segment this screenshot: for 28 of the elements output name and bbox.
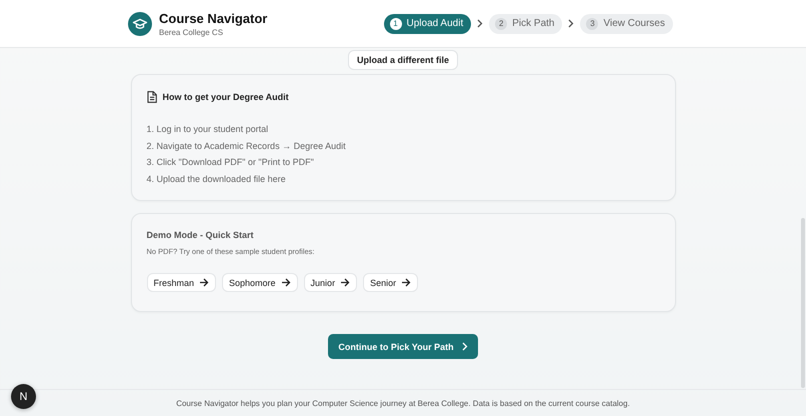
app-subtitle: Berea College CS (159, 28, 224, 36)
arrow-right-icon (280, 278, 291, 287)
instruction-step: 3. Click "Download PDF" or "Print to PDF" (146, 157, 660, 168)
dev-tools-button[interactable]: N (11, 384, 36, 409)
instruction-step: 1. Log in to your student portal (146, 124, 660, 136)
step-tab[interactable]: 2 Pick Path (489, 14, 562, 34)
instruction-step: 2. Navigate to Academic Records → Degree Audit (146, 140, 660, 152)
document-icon (146, 91, 156, 103)
graduation-cap-icon (128, 12, 152, 36)
step-tab[interactable]: 3 View Courses (580, 14, 673, 34)
footer-text: Course Navigator helps you plan your Computer Science journey at Berea College. Data is based on the current course catalog. (176, 398, 630, 408)
chevron-right-icon (568, 19, 574, 28)
card-title: How to get your Degree Audit (162, 92, 289, 102)
arrow-right-icon (199, 278, 210, 287)
continue-button[interactable]: Continue to Pick Your Path (328, 334, 478, 359)
arrow-right-icon (401, 278, 412, 287)
app-title: Course Navigator (159, 10, 268, 26)
profile-button[interactable]: Freshman (146, 273, 216, 292)
profile-button[interactable]: Sophomore (222, 273, 298, 292)
upload-file-button[interactable]: Upload a different file (348, 50, 458, 70)
step-tab[interactable]: 1 Upload Audit (384, 14, 472, 34)
profile-button[interactable]: Junior (304, 273, 358, 292)
chevron-right-icon (462, 342, 468, 351)
profile-button[interactable]: Senior (363, 273, 418, 292)
card-title: Demo Mode - Quick Start (146, 230, 255, 240)
instruction-step: 4. Upload the downloaded file here (146, 174, 660, 185)
chevron-right-icon (477, 19, 484, 28)
arrow-right-icon (340, 278, 350, 287)
